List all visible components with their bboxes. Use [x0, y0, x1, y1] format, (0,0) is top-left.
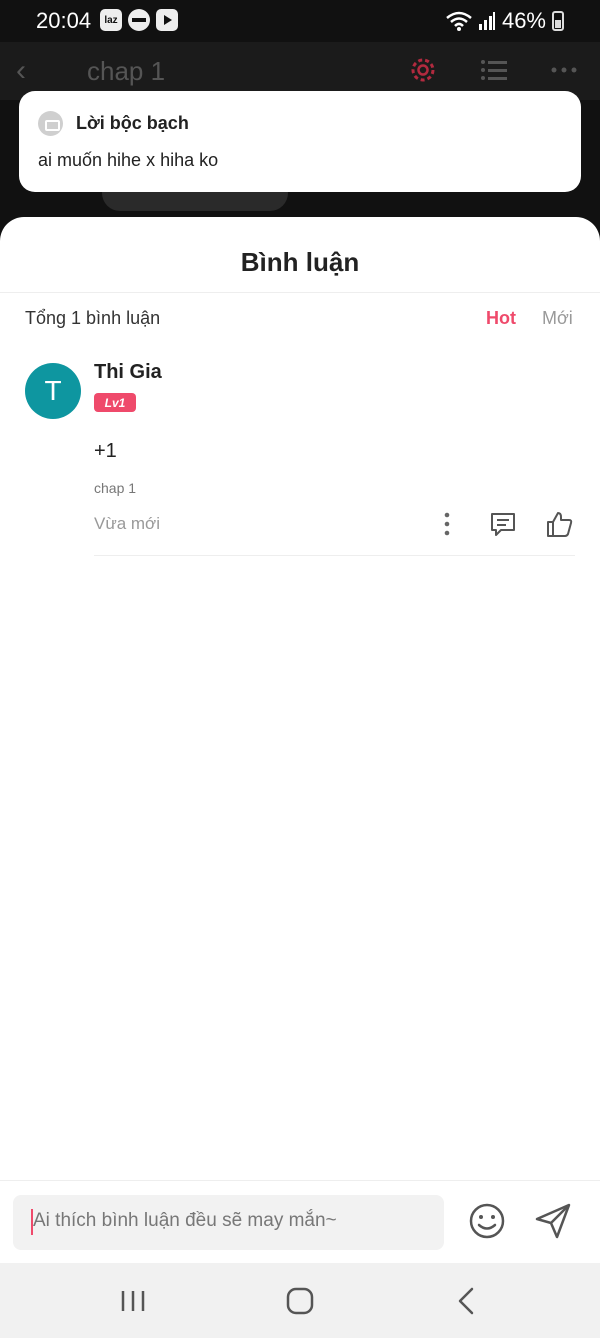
- note-text: ai muốn hihe x hiha ko: [38, 150, 219, 170]
- comment-text: +1: [94, 440, 117, 462]
- system-status: 46%: [446, 8, 564, 34]
- tab-hot[interactable]: Hot: [486, 308, 516, 329]
- recent-apps-icon[interactable]: [117, 1285, 149, 1317]
- laz-app-icon: laz: [100, 9, 122, 31]
- list-icon[interactable]: [478, 54, 510, 86]
- comment-input-placeholder: Ai thích bình luận đều sẽ may mắn~: [33, 1210, 337, 1231]
- chapter-title: chap 1: [87, 56, 166, 86]
- system-back-icon[interactable]: [452, 1285, 484, 1317]
- battery-icon: [552, 11, 564, 31]
- comment-input[interactable]: Ai thích bình luận đều sẽ may mắn~: [13, 1195, 444, 1250]
- level-badge: Lv1: [94, 393, 136, 412]
- send-icon[interactable]: [533, 1201, 573, 1241]
- wifi-icon: [446, 11, 472, 31]
- emoji-icon[interactable]: [467, 1201, 507, 1241]
- status-time: 20:04: [36, 8, 92, 33]
- home-icon[interactable]: [284, 1285, 316, 1317]
- avatar[interactable]: T: [25, 363, 81, 419]
- settings-gear-icon[interactable]: [407, 54, 439, 86]
- back-arrow-icon[interactable]: ‹: [16, 56, 26, 86]
- like-thumb-icon[interactable]: [544, 509, 574, 539]
- divider: [0, 1180, 600, 1181]
- note-icon: [38, 111, 63, 136]
- comments-sheet: Bình luận Tổng 1 bình luận Hot Mới T Thi…: [0, 217, 600, 1338]
- status-bar: 20:04 laz 46%: [0, 0, 600, 42]
- comment-username[interactable]: Thi Gia: [94, 361, 162, 384]
- note-title: Lời bộc bạch: [76, 113, 189, 133]
- minus-circle-icon: [128, 9, 150, 31]
- more-vertical-icon[interactable]: [432, 509, 462, 539]
- comment-chapter: chap 1: [94, 480, 137, 496]
- divider: [0, 292, 600, 293]
- video-icon: [156, 9, 178, 31]
- system-nav-bar: [0, 1263, 600, 1338]
- tab-new[interactable]: Mới: [542, 308, 573, 329]
- author-note-card: Lời bộc bạch ai muốn hihe x hiha ko: [19, 91, 581, 192]
- comment-time: Vừa mới: [94, 514, 160, 533]
- more-horizontal-icon[interactable]: [548, 54, 580, 86]
- reply-comment-icon[interactable]: [488, 509, 518, 539]
- signal-icon: [478, 12, 495, 30]
- battery-percent: 46%: [501, 8, 546, 33]
- divider: [94, 555, 575, 556]
- notification-icons: laz: [100, 9, 178, 31]
- comment-total: Tổng 1 bình luận: [25, 308, 161, 328]
- sheet-title: Bình luận: [240, 247, 360, 277]
